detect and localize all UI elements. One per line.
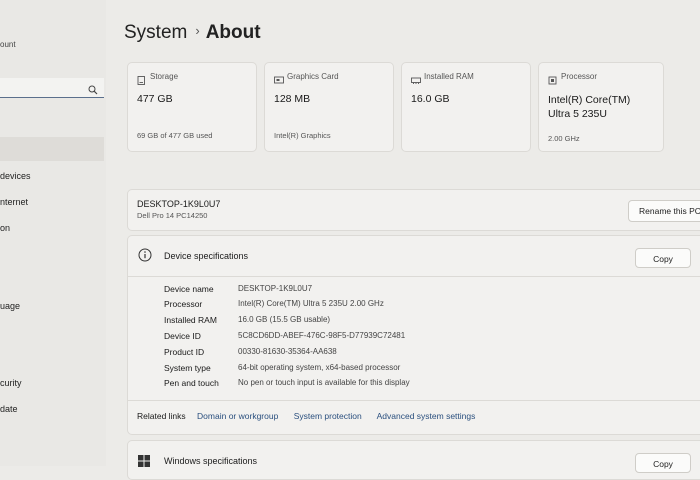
advanced-system-settings-link[interactable]: Advanced system settings bbox=[377, 411, 476, 421]
spec-value: 5C8CD6DD-ABEF-476C-98F5-D77939C72481 bbox=[238, 331, 406, 340]
spec-value: 64-bit operating system, x64-based proce… bbox=[238, 363, 401, 372]
windows-logo-icon bbox=[138, 454, 150, 472]
spec-value: DESKTOP-1K9L0U7 bbox=[238, 284, 313, 293]
device-specifications-panel: Device specifications Copy Device name D… bbox=[127, 235, 700, 435]
graphics-card-sub: Intel(R) Graphics bbox=[274, 131, 331, 140]
storage-title: Storage bbox=[150, 72, 179, 81]
info-icon bbox=[138, 248, 152, 267]
chevron-right-icon: › bbox=[195, 23, 200, 38]
spec-row: Installed RAM 16.0 GB (15.5 GB usable) bbox=[164, 315, 684, 329]
storage-sub: 69 GB of 477 GB used bbox=[137, 131, 213, 140]
device-specifications-title[interactable]: Device specifications bbox=[164, 251, 248, 261]
processor-value-line2: Ultra 5 235U bbox=[548, 108, 607, 120]
spec-value: No pen or touch input is available for t… bbox=[238, 378, 410, 387]
pc-name: DESKTOP-1K9L0U7 bbox=[137, 199, 221, 209]
domain-or-workgroup-link[interactable]: Domain or workgroup bbox=[197, 411, 278, 421]
sidebar-item-personalization[interactable]: on bbox=[0, 223, 10, 233]
ram-title: Installed RAM bbox=[424, 72, 474, 81]
spec-row: System type 64-bit operating system, x64… bbox=[164, 363, 684, 377]
spec-row: Device ID 5C8CD6DD-ABEF-476C-98F5-D77939… bbox=[164, 331, 684, 345]
breadcrumb-system[interactable]: System bbox=[124, 22, 187, 43]
storage-card[interactable]: Storage 477 GB 69 GB of 477 GB used bbox=[127, 62, 257, 152]
system-protection-link[interactable]: System protection bbox=[294, 411, 362, 421]
search-box[interactable] bbox=[0, 78, 104, 98]
processor-title: Processor bbox=[561, 72, 598, 81]
sidebar-item-security[interactable]: curity bbox=[0, 378, 22, 388]
spec-value: Intel(R) Core(TM) Ultra 5 235U 2.00 GHz bbox=[238, 299, 384, 308]
ram-card[interactable]: Installed RAM 16.0 GB bbox=[401, 62, 531, 152]
divider bbox=[128, 276, 700, 277]
spec-row: Pen and touch No pen or touch input is a… bbox=[164, 378, 684, 392]
rename-pc-button[interactable]: Rename this PC bbox=[628, 200, 700, 222]
graphics-card[interactable]: Graphics Card 128 MB Intel(R) Graphics bbox=[264, 62, 394, 152]
spec-value: 16.0 GB (15.5 GB usable) bbox=[238, 315, 331, 324]
spec-label: Product ID bbox=[164, 347, 205, 357]
copy-windows-specs-button[interactable]: Copy bbox=[635, 453, 691, 473]
spec-row: Product ID 00330-81630-35364-AA638 bbox=[164, 347, 684, 361]
account-label[interactable]: ount bbox=[0, 40, 16, 49]
spec-label: System type bbox=[164, 363, 211, 373]
spec-label: Processor bbox=[164, 299, 203, 309]
search-icon[interactable] bbox=[88, 82, 98, 100]
sidebar-item-devices[interactable]: devices bbox=[0, 171, 31, 181]
ram-icon bbox=[411, 72, 421, 90]
spec-row: Processor Intel(R) Core(TM) Ultra 5 235U… bbox=[164, 299, 684, 313]
spec-label: Installed RAM bbox=[164, 315, 217, 325]
breadcrumb: System › About bbox=[124, 22, 261, 44]
related-links-label: Related links bbox=[137, 411, 186, 421]
related-links: Related links Domain or workgroup System… bbox=[137, 411, 488, 421]
spec-label: Pen and touch bbox=[164, 378, 219, 388]
sidebar: ount devices nternet on uage curity date bbox=[0, 0, 106, 466]
processor-card[interactable]: Processor Intel(R) Core(TM) Ultra 5 235U… bbox=[538, 62, 664, 152]
copy-device-specs-button[interactable]: Copy bbox=[635, 248, 691, 268]
sidebar-item-network[interactable]: nternet bbox=[0, 197, 28, 207]
storage-icon bbox=[137, 72, 146, 90]
processor-value-line1: Intel(R) Core(TM) bbox=[548, 94, 631, 106]
sidebar-selected-item[interactable] bbox=[0, 137, 104, 161]
page-title: About bbox=[205, 22, 261, 43]
sidebar-item-language[interactable]: uage bbox=[0, 301, 20, 311]
graphics-card-title: Graphics Card bbox=[287, 72, 339, 81]
spec-label: Device ID bbox=[164, 331, 201, 341]
sidebar-item-update[interactable]: date bbox=[0, 404, 18, 414]
divider bbox=[128, 400, 700, 401]
processor-icon bbox=[548, 72, 557, 90]
graphics-card-icon bbox=[274, 72, 284, 90]
windows-specifications-panel: Windows specifications Copy bbox=[127, 440, 700, 480]
ram-value: 16.0 GB bbox=[411, 93, 450, 105]
processor-sub: 2.00 GHz bbox=[548, 134, 580, 143]
pc-model: Dell Pro 14 PC14250 bbox=[137, 211, 208, 220]
spec-label: Device name bbox=[164, 284, 214, 294]
spec-row: Device name DESKTOP-1K9L0U7 bbox=[164, 284, 684, 298]
pc-name-card: DESKTOP-1K9L0U7 Dell Pro 14 PC14250 Rena… bbox=[127, 189, 700, 231]
storage-value: 477 GB bbox=[137, 93, 173, 105]
windows-specifications-title[interactable]: Windows specifications bbox=[164, 456, 257, 466]
spec-value: 00330-81630-35364-AA638 bbox=[238, 347, 337, 356]
graphics-card-value: 128 MB bbox=[274, 93, 311, 105]
